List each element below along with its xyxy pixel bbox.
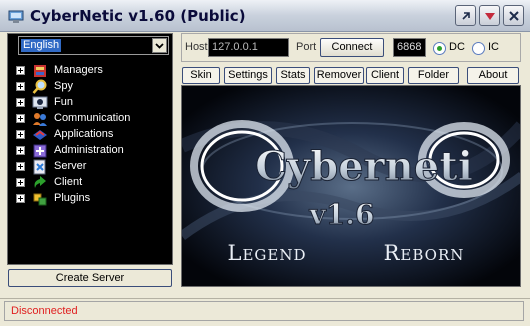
tree-item-server[interactable]: Server — [14, 159, 164, 175]
app-icon — [8, 10, 24, 23]
tab-skin[interactable]: Skin — [182, 67, 220, 84]
sidebar-panel: English Managers Spy Fun Communication A… — [7, 33, 173, 265]
ic-label: IC — [488, 41, 499, 53]
create-server-button[interactable]: Create Server — [8, 269, 172, 287]
chevron-down-icon — [155, 43, 164, 49]
logo-text: Cyberneti — [255, 143, 473, 190]
title-bar: CyberNetic v1.60 (Public) — [0, 0, 530, 32]
host-label: Host — [185, 41, 208, 53]
magnifier-icon — [32, 79, 47, 94]
version-text: v1.6 — [309, 198, 375, 231]
users-icon — [33, 113, 47, 126]
administration-icon — [33, 144, 47, 158]
window-title: CyberNetic v1.60 (Public) — [30, 7, 246, 25]
arrow-icon — [462, 12, 470, 20]
expand-icon[interactable] — [16, 146, 25, 155]
port-label: Port — [296, 41, 317, 53]
applications-icon — [33, 130, 47, 140]
minimize-button[interactable] — [479, 5, 500, 26]
expand-icon[interactable] — [16, 66, 25, 75]
tab-stats[interactable]: Stats — [276, 67, 310, 84]
expand-icon[interactable] — [16, 130, 25, 139]
tree-item-applications[interactable]: Applications — [14, 127, 164, 143]
fun-icon — [32, 96, 48, 109]
tab-remover[interactable]: Remover — [314, 67, 364, 84]
expand-icon[interactable] — [16, 194, 25, 203]
client-icon — [34, 176, 46, 188]
host-input[interactable]: 127.0.0.1 — [208, 38, 289, 57]
server-icon — [33, 159, 46, 175]
managers-icon — [34, 65, 46, 77]
tree-item-label: Plugins — [54, 192, 91, 204]
tree-item-label: Spy — [54, 80, 73, 92]
tree-item-client[interactable]: Client — [14, 175, 164, 191]
chevron-down-icon — [485, 13, 495, 20]
dc-label: DC — [449, 41, 465, 53]
tree-item-plugins[interactable]: Plugins — [14, 191, 164, 207]
tree-item-managers[interactable]: Managers — [14, 63, 164, 79]
tree-item-label: Managers — [54, 64, 103, 76]
tab-folder[interactable]: Folder — [408, 67, 459, 84]
tree-item-label: Fun — [54, 96, 73, 108]
tree-item-communication[interactable]: Communication — [14, 111, 164, 127]
banner-image: Cyberneti v1.6 Legend Reborn — [181, 85, 521, 287]
tree-item-label: Administration — [54, 144, 124, 156]
dc-radio[interactable] — [433, 42, 446, 55]
status-panel: Disconnected — [4, 301, 524, 321]
status-bar: Disconnected — [0, 298, 530, 326]
tree-item-spy[interactable]: Spy — [14, 79, 164, 95]
plugins-icon — [33, 193, 47, 206]
tagline-left: Legend — [228, 241, 307, 265]
expand-icon[interactable] — [16, 98, 25, 107]
tab-about[interactable]: About — [467, 67, 519, 84]
cybernetic-logo: Cyberneti v1.6 Legend Reborn — [182, 86, 520, 286]
expand-icon[interactable] — [16, 162, 25, 171]
tab-settings[interactable]: Settings — [224, 67, 272, 84]
tab-client[interactable]: Client — [366, 67, 404, 84]
tree-item-label: Communication — [54, 112, 131, 124]
tree-item-administration[interactable]: Administration — [14, 143, 164, 159]
close-button[interactable] — [503, 5, 524, 26]
tree-item-label: Client — [54, 176, 83, 188]
expand-icon[interactable] — [16, 178, 25, 187]
expand-icon[interactable] — [16, 82, 25, 91]
feature-tree: Managers Spy Fun Communication Applicati… — [14, 63, 164, 207]
tree-item-label: Applications — [54, 128, 114, 140]
language-select[interactable]: English — [18, 36, 169, 55]
port-input[interactable]: 6868 — [393, 38, 426, 57]
tab-bar: Skin Settings Stats Remover Client Folde… — [181, 67, 521, 85]
expand-icon[interactable] — [16, 114, 25, 123]
language-selected-value: English — [21, 39, 62, 52]
connection-panel: Host 127.0.0.1 Port Connect 6868 DC IC — [181, 33, 521, 62]
minimize-to-tray-button[interactable] — [455, 5, 476, 26]
close-icon — [509, 11, 519, 21]
connection-status-text: Disconnected — [11, 305, 78, 317]
tagline-right: Reborn — [384, 241, 465, 265]
connect-button[interactable]: Connect — [320, 38, 384, 57]
dropdown-button[interactable] — [152, 38, 167, 53]
tree-item-fun[interactable]: Fun — [14, 95, 164, 111]
ic-radio[interactable] — [472, 42, 485, 55]
tree-item-label: Server — [54, 160, 87, 172]
